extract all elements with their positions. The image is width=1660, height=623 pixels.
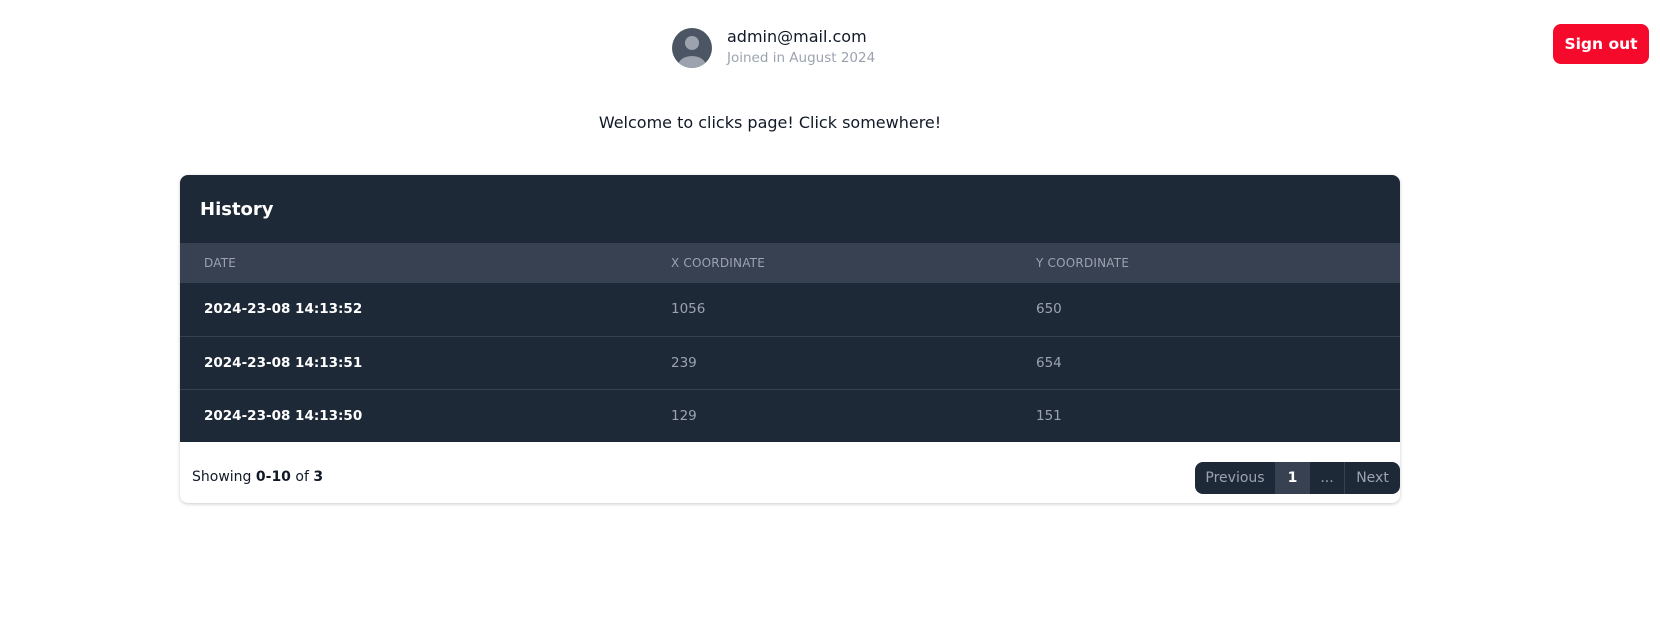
history-table: DATE X COORDINATE Y COORDINATE 2024-23-0… [180, 243, 1400, 442]
column-header-x: X COORDINATE [671, 256, 765, 270]
row-x-coordinate: 239 [671, 354, 697, 371]
row-y-coordinate: 151 [1036, 407, 1062, 424]
showing-summary: Showing 0-10 of 3 [192, 469, 323, 485]
user-email: admin@mail.com [727, 27, 867, 46]
table-row: 2024-23-08 14:13:50 129 151 [180, 389, 1400, 442]
history-header: History [180, 175, 1400, 243]
row-x-coordinate: 1056 [671, 301, 706, 318]
next-page-button[interactable]: Next [1344, 462, 1400, 494]
sign-out-button[interactable]: Sign out [1553, 24, 1649, 64]
row-y-coordinate: 654 [1036, 354, 1062, 371]
row-date: 2024-23-08 14:13:51 [204, 354, 363, 371]
column-header-date: DATE [204, 256, 237, 270]
row-x-coordinate: 129 [671, 407, 697, 424]
pagination: Previous 1 ... Next [1195, 462, 1400, 494]
user-joined-date: Joined in August 2024 [727, 50, 876, 66]
showing-prefix: Showing [192, 469, 252, 485]
user-profile: admin@mail.com Joined in August 2024 [672, 27, 875, 68]
welcome-message: Welcome to clicks page! Click somewhere! [598, 113, 942, 132]
showing-total: 3 [313, 469, 324, 485]
row-y-coordinate: 650 [1036, 301, 1062, 318]
history-title: History [200, 198, 274, 220]
pagination-ellipsis[interactable]: ... [1309, 462, 1344, 494]
history-card: History DATE X COORDINATE Y COORDINATE 2… [180, 175, 1400, 503]
showing-range: 0-10 [255, 469, 291, 485]
row-date: 2024-23-08 14:13:50 [204, 407, 363, 424]
page-1-button[interactable]: 1 [1275, 462, 1309, 494]
previous-page-button[interactable]: Previous [1195, 462, 1275, 494]
column-header-y: Y COORDINATE [1036, 256, 1130, 270]
user-avatar-icon [672, 27, 712, 68]
table-header-row: DATE X COORDINATE Y COORDINATE [180, 243, 1400, 283]
table-row: 2024-23-08 14:13:52 1056 650 [180, 283, 1400, 336]
table-row: 2024-23-08 14:13:51 239 654 [180, 336, 1400, 389]
row-date: 2024-23-08 14:13:52 [204, 301, 363, 318]
table-footer: Showing 0-10 of 3 Previous 1 ... Next [180, 462, 1400, 494]
showing-of: of [295, 469, 309, 485]
